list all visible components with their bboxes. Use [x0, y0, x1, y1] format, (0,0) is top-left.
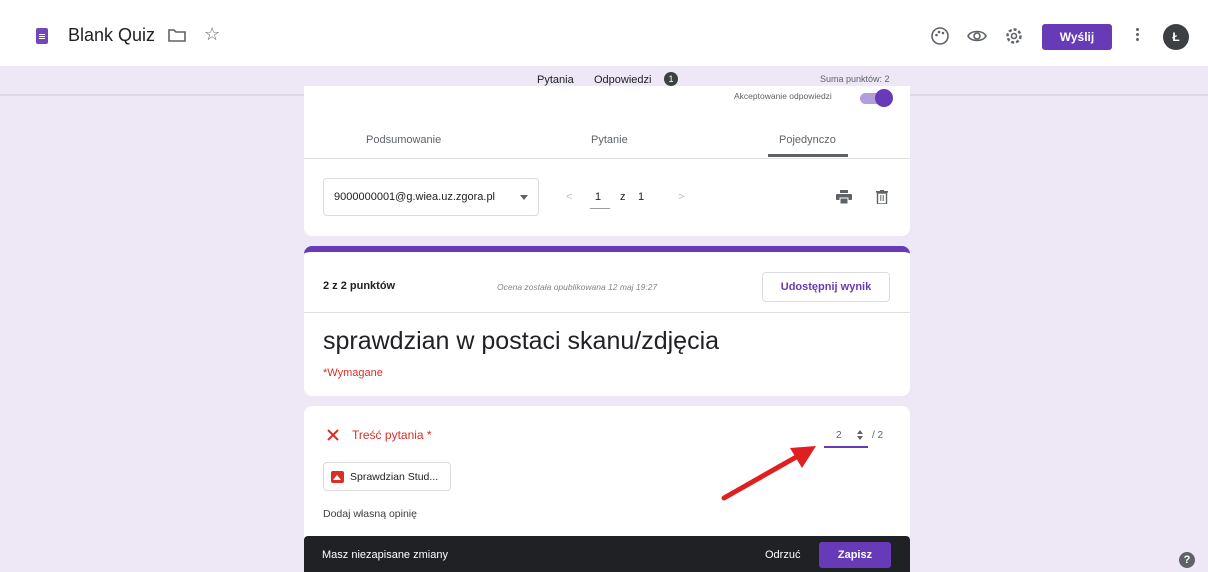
tab-summary[interactable]: Podsumowanie: [366, 134, 441, 146]
folder-icon[interactable]: [168, 28, 186, 42]
palette-icon[interactable]: [930, 26, 950, 46]
forms-doc-icon[interactable]: [36, 28, 48, 44]
respondent-email: 9000000001@g.wiea.uz.zgora.pl: [334, 191, 496, 203]
question-title: Treść pytania *: [352, 428, 432, 442]
tab-questions[interactable]: Pytania: [537, 74, 574, 86]
required-note: *Wymagane: [323, 367, 383, 379]
discard-button[interactable]: Odrzuć: [765, 549, 800, 561]
star-icon[interactable]: ☆: [204, 24, 224, 44]
responses-card: Akceptowanie odpowiedzi Podsumowanie Pyt…: [304, 86, 910, 236]
divider: [304, 312, 910, 313]
dropdown-caret-icon: [520, 195, 528, 200]
pager-total: 1: [638, 191, 645, 203]
tab-responses[interactable]: Odpowiedzi: [594, 74, 651, 86]
unsaved-changes-bar: Masz niezapisane zmiany Odrzuć Zapisz: [304, 536, 910, 572]
avatar[interactable]: Ł: [1163, 24, 1189, 50]
score-summary: 2 z 2 punktów: [323, 280, 396, 292]
points-input-underline: [824, 446, 868, 448]
uploaded-file-chip[interactable]: Sprawdzian Stud...: [323, 462, 451, 491]
pager-of-label: z: [620, 191, 626, 203]
previous-response-button[interactable]: <: [566, 191, 572, 203]
annotation-arrow-icon: [721, 446, 816, 501]
divider: [304, 158, 910, 159]
toggle-knob[interactable]: [875, 89, 893, 107]
settings-gear-icon[interactable]: [1004, 26, 1024, 46]
add-feedback-link[interactable]: Dodaj własną opinię: [323, 508, 417, 520]
next-response-button[interactable]: >: [678, 191, 684, 203]
total-points: Suma punktów: 2: [820, 74, 890, 84]
form-title-field[interactable]: Blank Quiz: [68, 25, 155, 46]
points-max: / 2: [872, 430, 884, 441]
tab-question[interactable]: Pytanie: [591, 134, 628, 146]
accepting-responses-label: Akceptowanie odpowiedzi: [734, 91, 832, 101]
score-card: 2 z 2 punktów Ocena została opublikowana…: [304, 246, 910, 396]
points-input[interactable]: 2: [836, 430, 842, 441]
release-score-button[interactable]: Udostępnij wynik: [762, 272, 890, 302]
help-icon[interactable]: ?: [1179, 552, 1195, 568]
responses-count-badge: 1: [664, 72, 678, 86]
tab-individual[interactable]: Pojedynczo: [779, 134, 836, 146]
save-button[interactable]: Zapisz: [819, 542, 891, 568]
print-icon[interactable]: [836, 190, 852, 204]
current-response-input[interactable]: 1: [595, 191, 601, 203]
send-button[interactable]: Wyślij: [1042, 24, 1112, 50]
preview-eye-icon[interactable]: [967, 26, 987, 46]
delete-icon[interactable]: [876, 190, 888, 204]
active-view-indicator: [768, 154, 848, 157]
points-stepper-icon[interactable]: [855, 428, 865, 442]
respondent-select[interactable]: 9000000001@g.wiea.uz.zgora.pl: [323, 178, 539, 216]
file-name: Sprawdzian Stud...: [350, 471, 439, 483]
image-file-icon: [331, 471, 344, 483]
form-heading: sprawdzian w postaci skanu/zdjęcia: [323, 327, 720, 355]
unsaved-message: Masz niezapisane zmiany: [322, 549, 448, 561]
published-note: Ocena została opublikowana 12 maj 19:27: [497, 282, 658, 292]
more-options-icon[interactable]: [1134, 26, 1140, 46]
current-response-underline: [590, 208, 610, 209]
top-header: Blank Quiz ☆ Wyślij Ł Pytania Odpowiedzi…: [0, 0, 1208, 90]
incorrect-x-icon: [327, 429, 339, 441]
